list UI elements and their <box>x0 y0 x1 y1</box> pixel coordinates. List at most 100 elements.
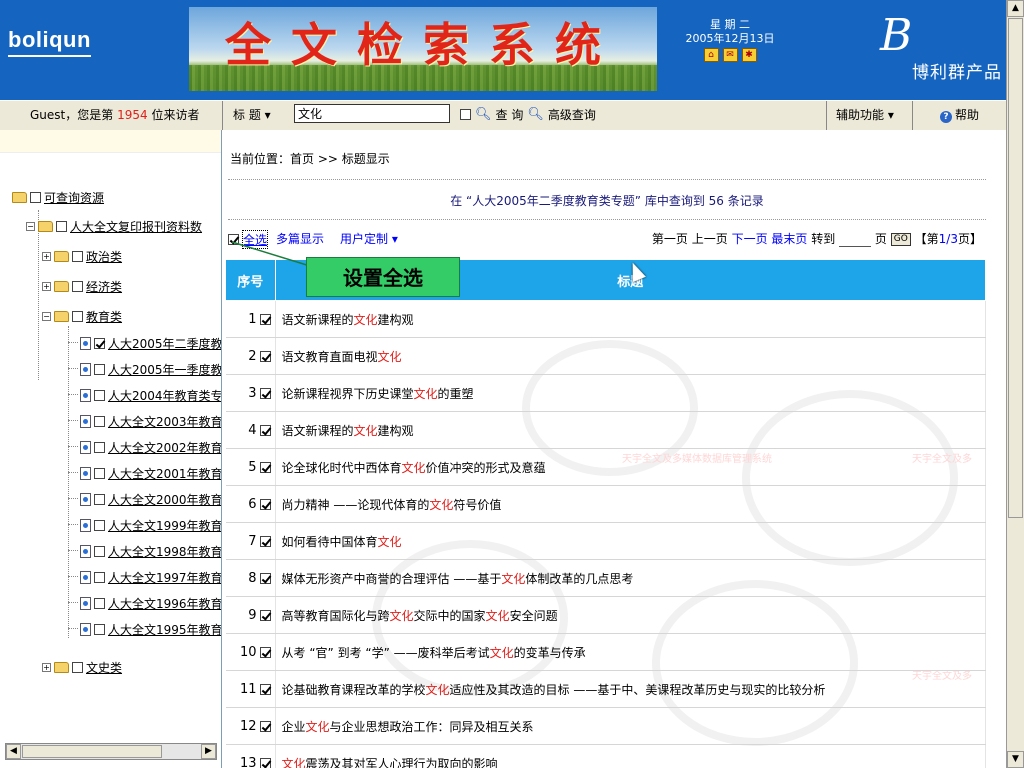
next-page-link[interactable]: 下一页 <box>732 232 768 246</box>
scroll-right-icon[interactable]: ▶ <box>201 744 216 759</box>
table-row[interactable]: 8 媒体无形资产中商誉的合理评估 ——基于文化体制改革的几点思考 <box>225 559 986 597</box>
goto-page-input[interactable] <box>839 232 872 247</box>
tree-leaf-link[interactable]: 人大2004年教育类专 <box>108 387 221 404</box>
tree-checkbox[interactable] <box>72 280 83 292</box>
tree-checkbox[interactable] <box>94 337 105 349</box>
tree-leaf-link[interactable]: 人大全文1997年教育 <box>108 569 221 586</box>
horizontal-scrollbar[interactable]: ◀ ▶ <box>5 743 217 760</box>
mail-icon[interactable]: ✉ <box>722 48 738 62</box>
row-title-link[interactable]: 企业文化与企业思想政治工作：同异及相互关系 <box>275 707 986 745</box>
tree-link[interactable]: 文史类 <box>86 659 122 676</box>
scrollbar-thumb[interactable] <box>1008 18 1023 518</box>
scroll-up-icon[interactable]: ▲ <box>1007 0 1024 17</box>
expand-icon[interactable]: + <box>42 662 51 672</box>
last-page-link[interactable]: 最末页 <box>771 232 807 246</box>
row-title-link[interactable]: 如何看待中国体育文化 <box>275 522 986 560</box>
row-title-link[interactable]: 语文新课程的文化建构观 <box>275 411 986 449</box>
row-title-link[interactable]: 媒体无形资产中商誉的合理评估 ——基于文化体制改革的几点思考 <box>275 559 986 597</box>
row-checkbox[interactable] <box>259 720 271 732</box>
tree-leaf-link[interactable]: 人大2005年一季度教 <box>108 361 221 378</box>
bookmark-icon[interactable]: ✱ <box>741 48 757 62</box>
row-checkbox[interactable] <box>259 646 271 658</box>
table-row[interactable]: 9 高等教育国际化与跨文化交际中的国家文化安全问题 <box>225 596 986 634</box>
tree-leaf-link[interactable]: 人大全文1998年教育 <box>108 543 221 560</box>
row-checkbox[interactable] <box>259 683 271 695</box>
tree-checkbox[interactable] <box>94 571 105 583</box>
tree-checkbox[interactable] <box>30 191 41 203</box>
scrollbar-thumb[interactable] <box>22 745 162 758</box>
tree-link[interactable]: 政治类 <box>86 248 122 265</box>
tree-leaf-link[interactable]: 人大全文2001年教育 <box>108 465 221 482</box>
tree-checkbox[interactable] <box>94 493 105 505</box>
tree-leaf-link[interactable]: 人大全文1999年教育 <box>108 517 221 534</box>
table-row[interactable]: 13 文化震荡及其对军人心理行为取向的影响 <box>225 744 986 768</box>
expand-icon[interactable]: + <box>42 251 51 261</box>
table-row[interactable]: 11 论基础教育课程改革的学校文化适应性及其改造的目标 ——基于中、美课程改革历史… <box>225 670 986 708</box>
prev-page-link[interactable]: 上一页 <box>692 232 728 246</box>
search-icon[interactable]: 🔍︎ <box>475 107 492 122</box>
row-checkbox[interactable] <box>259 498 271 510</box>
collapse-icon[interactable]: − <box>42 311 51 321</box>
tree-leaf-link[interactable]: 人大全文1996年教育 <box>108 595 221 612</box>
tree-link[interactable]: 教育类 <box>86 308 122 325</box>
row-title-link[interactable]: 论全球化时代中西体育文化价值冲突的形式及意蕴 <box>275 448 986 486</box>
row-title-link[interactable]: 尚力精神 ——论现代体育的文化符号价值 <box>275 485 986 523</box>
scroll-left-icon[interactable]: ◀ <box>6 744 21 759</box>
row-checkbox[interactable] <box>259 387 271 399</box>
search-input[interactable] <box>294 104 450 123</box>
table-row[interactable]: 12 企业文化与企业思想政治工作：同异及相互关系 <box>225 707 986 745</box>
tree-checkbox[interactable] <box>56 220 67 232</box>
table-row[interactable]: 2 语文教育直面电视文化 <box>225 337 986 375</box>
row-checkbox[interactable] <box>259 757 271 768</box>
tree-leaf-link[interactable]: 人大2005年二季度教 <box>108 335 221 352</box>
home-icon[interactable]: ⌂ <box>703 48 719 62</box>
row-title-link[interactable]: 语文教育直面电视文化 <box>275 337 986 375</box>
tree-checkbox[interactable] <box>94 467 105 479</box>
table-row[interactable]: 5 论全球化时代中西体育文化价值冲突的形式及意蕴 <box>225 448 986 486</box>
row-checkbox[interactable] <box>259 313 271 325</box>
expand-icon[interactable]: + <box>42 281 51 291</box>
tree-checkbox[interactable] <box>94 389 105 401</box>
scroll-down-icon[interactable]: ▼ <box>1007 751 1024 768</box>
tree-root-link[interactable]: 可查询资源 <box>44 189 104 206</box>
vertical-scrollbar[interactable]: ▲ ▼ <box>1006 0 1024 768</box>
tree-leaf-link[interactable]: 人大全文2000年教育 <box>108 491 221 508</box>
search-field-select[interactable]: 标 题 ▾ <box>233 106 271 123</box>
tree-leaf-link[interactable]: 人大全文2003年教育 <box>108 413 221 430</box>
tree-link[interactable]: 人大全文复印报刊资料数 <box>70 218 202 235</box>
table-row[interactable]: 3 论新课程视界下历史课堂文化的重塑 <box>225 374 986 412</box>
row-checkbox[interactable] <box>259 461 271 473</box>
table-row[interactable]: 1 语文新课程的文化建构观 <box>225 300 986 338</box>
secondary-search-checkbox[interactable] <box>460 109 471 120</box>
go-button[interactable]: GO <box>890 233 911 246</box>
advanced-search-button[interactable]: 高级查询 <box>548 106 596 123</box>
tree-checkbox[interactable] <box>94 363 105 375</box>
table-row[interactable]: 4 语文新课程的文化建构观 <box>225 411 986 449</box>
row-title-link[interactable]: 高等教育国际化与跨文化交际中的国家文化安全问题 <box>275 596 986 634</box>
tree-checkbox[interactable] <box>94 441 105 453</box>
tools-menu[interactable]: 辅助功能 ▾ <box>836 106 894 123</box>
table-row[interactable]: 7 如何看待中国体育文化 <box>225 522 986 560</box>
help-button[interactable]: ? 帮助 <box>940 106 979 123</box>
tree-leaf-link[interactable]: 人大全文1995年教育 <box>108 621 221 638</box>
row-checkbox[interactable] <box>259 535 271 547</box>
row-title-link[interactable]: 语文新课程的文化建构观 <box>275 300 986 338</box>
search-button[interactable]: 查 询 <box>496 106 524 123</box>
table-row[interactable]: 10 从考 “官” 到考 “学” ——废科举后考试文化的变革与传承 <box>225 633 986 671</box>
tree-checkbox[interactable] <box>72 310 83 322</box>
advanced-search-icon[interactable]: 🔍︎ <box>527 107 544 122</box>
user-custom-menu[interactable]: 用户定制 ▾ <box>340 230 398 247</box>
tree-checkbox[interactable] <box>94 597 105 609</box>
row-title-link[interactable]: 从考 “官” 到考 “学” ——废科举后考试文化的变革与传承 <box>275 633 986 671</box>
tree-checkbox[interactable] <box>72 250 83 262</box>
tree-checkbox[interactable] <box>94 623 105 635</box>
row-title-link[interactable]: 论基础教育课程改革的学校文化适应性及其改造的目标 ——基于中、美课程改革历史与现… <box>275 670 986 708</box>
tree-checkbox[interactable] <box>94 519 105 531</box>
row-checkbox[interactable] <box>259 350 271 362</box>
row-checkbox[interactable] <box>259 609 271 621</box>
collapse-icon[interactable]: − <box>26 221 35 231</box>
tree-checkbox[interactable] <box>94 545 105 557</box>
table-row[interactable]: 6 尚力精神 ——论现代体育的文化符号价值 <box>225 485 986 523</box>
tree-checkbox[interactable] <box>72 661 83 673</box>
tree-leaf-link[interactable]: 人大全文2002年教育 <box>108 439 221 456</box>
